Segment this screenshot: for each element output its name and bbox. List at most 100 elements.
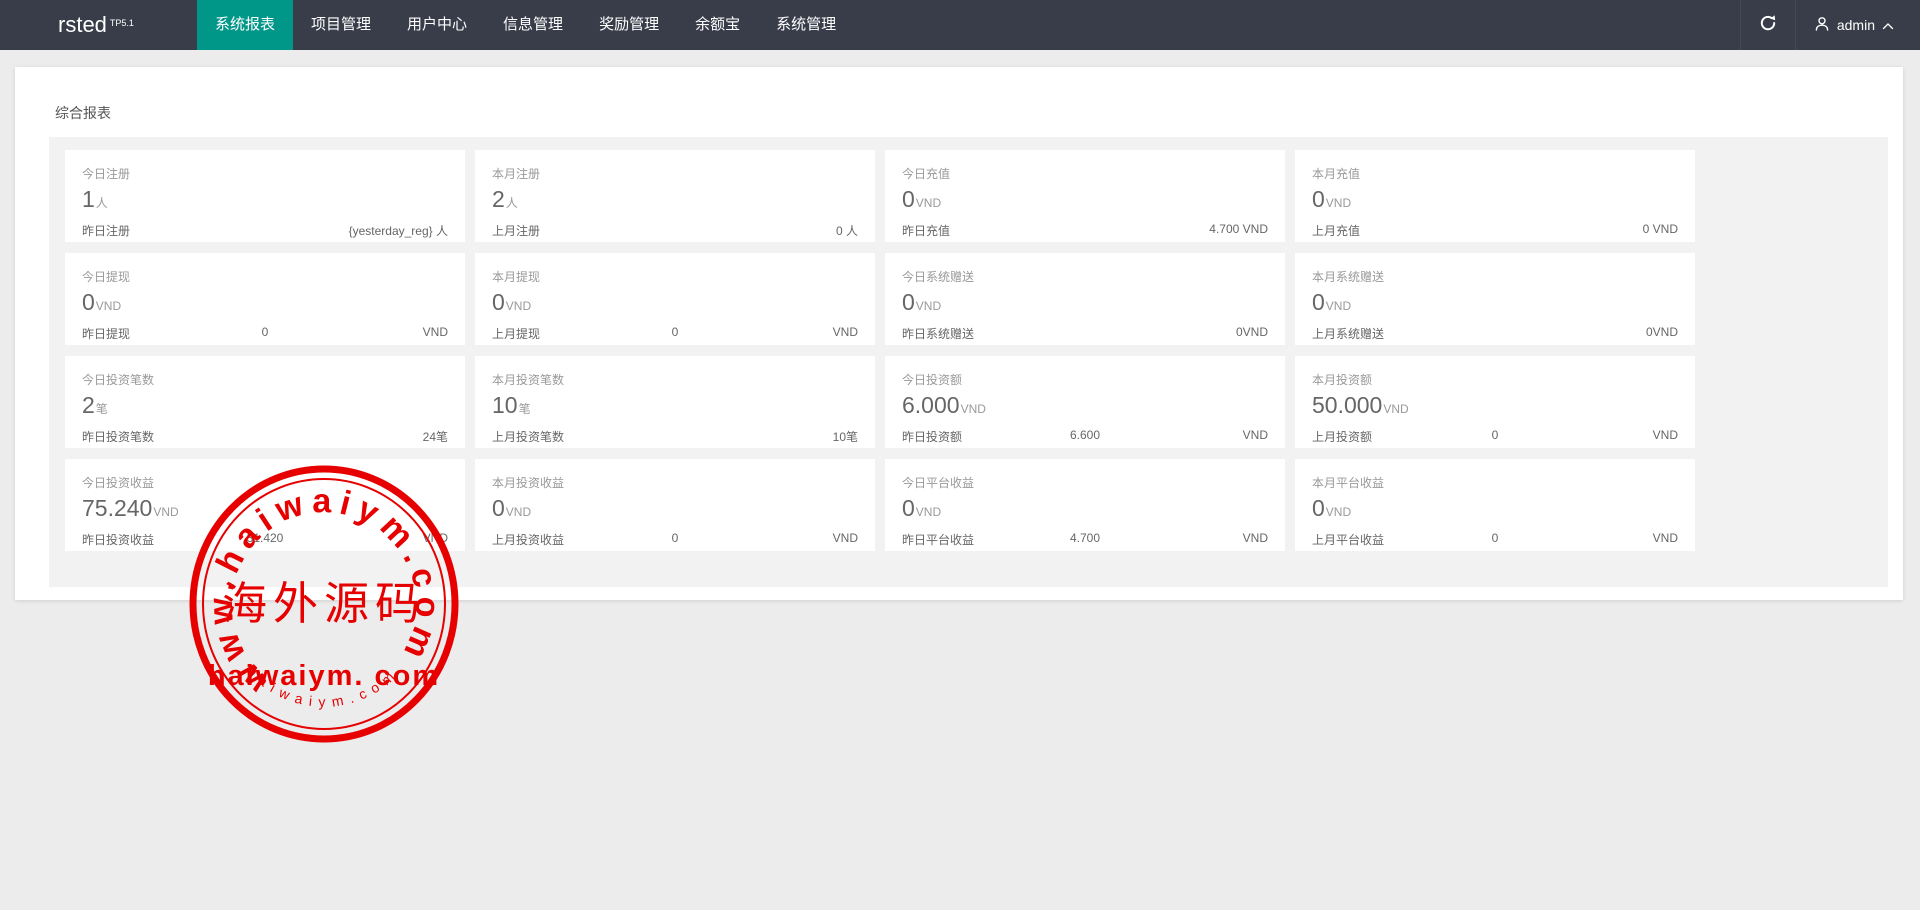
nav-item[interactable]: 项目管理 (293, 0, 389, 50)
stat-value-line: 2笔 (82, 392, 448, 422)
stat-sub-right-value: 4.700 VND (1146, 222, 1268, 239)
nav-item[interactable]: 系统管理 (758, 0, 854, 50)
stat-unit: VND (506, 505, 531, 519)
stat-footer: 上月注册 0 人 (492, 222, 858, 239)
stat-footer: 上月投资收益 0 VND (492, 531, 858, 548)
stat-label: 今日提现 (82, 268, 448, 285)
stat-label: 本月提现 (492, 268, 858, 285)
stat-value-line: 0VND (902, 495, 1268, 525)
stat-sub-label: 上月平台收益 (1312, 531, 1434, 548)
stat-card: 本月投资收益 0VND 上月投资收益 0 VND (475, 459, 875, 551)
stat-value-line: 0VND (82, 289, 448, 319)
stat-value-line: 75.240VND (82, 495, 448, 525)
stat-sub-right-value: 0 人 (736, 222, 858, 239)
stat-sub-label: 昨日平台收益 (902, 531, 1024, 548)
stat-sub-right-value: 0 VND (1556, 222, 1678, 239)
stat-unit: VND (1383, 402, 1408, 416)
stat-card: 今日充值 0VND 昨日充值 4.700 VND (885, 150, 1285, 242)
stat-sub-label: 昨日充值 (902, 222, 1024, 239)
refresh-button[interactable] (1740, 0, 1796, 50)
stat-value: 2 (82, 392, 95, 418)
stat-footer: 上月投资笔数 10笔 (492, 428, 858, 445)
chevron-up-icon (1882, 17, 1894, 33)
stat-value: 10 (492, 392, 518, 418)
stat-label: 本月系统赠送 (1312, 268, 1678, 285)
stat-footer: 上月提现 0 VND (492, 325, 858, 342)
stat-footer: 上月充值 0 VND (1312, 222, 1678, 239)
stat-card: 本月充值 0VND 上月充值 0 VND (1295, 150, 1695, 242)
stat-sub-mid-value (614, 222, 736, 239)
nav-item[interactable]: 信息管理 (485, 0, 581, 50)
stat-unit: VND (1326, 299, 1351, 313)
stat-unit: VND (916, 505, 941, 519)
stat-label: 今日投资收益 (82, 474, 448, 491)
stat-unit: VND (916, 299, 941, 313)
stat-value: 6.000 (902, 392, 960, 418)
stat-footer: 上月投资额 0 VND (1312, 428, 1678, 445)
stat-sub-right-value: VND (1556, 428, 1678, 445)
stat-footer: 昨日注册 {yesterday_reg} 人 (82, 222, 448, 239)
logo-version: TP5.1 (110, 10, 134, 36)
stat-sub-mid-value: 6.600 (1024, 428, 1146, 445)
stat-value: 0 (902, 495, 915, 521)
stat-card: 本月投资额 50.000VND 上月投资额 0 VND (1295, 356, 1695, 448)
stat-value: 1 (82, 186, 95, 212)
stat-card: 今日投资收益 75.240VND 昨日投资收益 31.420 VND (65, 459, 465, 551)
stat-value-line: 1人 (82, 186, 448, 216)
user-menu[interactable]: admin (1796, 0, 1920, 50)
stat-value: 0 (82, 289, 95, 315)
stat-value-line: 0VND (902, 186, 1268, 216)
page-title: 综合报表 (15, 67, 1903, 137)
stat-footer: 昨日系统赠送 0VND (902, 325, 1268, 342)
stat-unit: VND (1326, 505, 1351, 519)
stat-sub-mid-value (614, 428, 736, 445)
stat-sub-label: 昨日投资额 (902, 428, 1024, 445)
stat-footer: 上月平台收益 0 VND (1312, 531, 1678, 548)
stat-value: 2 (492, 186, 505, 212)
stat-card: 本月平台收益 0VND 上月平台收益 0 VND (1295, 459, 1695, 551)
stat-unit: VND (961, 402, 986, 416)
stat-sub-label: 上月系统赠送 (1312, 325, 1434, 342)
username: admin (1837, 17, 1875, 33)
stat-value-line: 6.000VND (902, 392, 1268, 422)
stamp-arc-bottom-text: haiwaiym.com (244, 663, 402, 710)
stat-sub-mid-value (1434, 325, 1556, 342)
stat-value-line: 50.000VND (1312, 392, 1678, 422)
cards-area: 今日注册 1人 昨日注册 {yesterday_reg} 人 本月注册 2人 上… (49, 137, 1888, 587)
stat-sub-right-value: VND (326, 325, 448, 342)
stat-label: 今日注册 (82, 165, 448, 182)
nav-item[interactable]: 系统报表 (197, 0, 293, 50)
stat-label: 本月投资笔数 (492, 371, 858, 388)
stat-sub-mid-value: 0 (1434, 531, 1556, 548)
stat-sub-mid-value (204, 222, 326, 239)
stat-card: 本月系统赠送 0VND 上月系统赠送 0VND (1295, 253, 1695, 345)
stat-value-line: 0VND (492, 289, 858, 319)
nav-item[interactable]: 奖励管理 (581, 0, 677, 50)
app-logo[interactable]: rstedTP5.1 (0, 0, 134, 50)
stat-card: 今日投资额 6.000VND 昨日投资额 6.600 VND (885, 356, 1285, 448)
stat-sub-mid-value: 4.700 (1024, 531, 1146, 548)
stat-sub-right-value: 10笔 (736, 428, 858, 445)
stat-sub-right-value: VND (736, 531, 858, 548)
stat-card: 本月提现 0VND 上月提现 0 VND (475, 253, 875, 345)
stat-unit: 笔 (96, 402, 108, 416)
stat-label: 今日系统赠送 (902, 268, 1268, 285)
stat-sub-right-value: 0VND (1556, 325, 1678, 342)
stat-unit: VND (916, 196, 941, 210)
stat-value-line: 0VND (1312, 289, 1678, 319)
stat-value: 0 (1312, 495, 1325, 521)
stat-card: 本月注册 2人 上月注册 0 人 (475, 150, 875, 242)
stat-value: 50.000 (1312, 392, 1382, 418)
stamp-main-text: haiwaiym. com (208, 660, 440, 692)
stat-label: 本月充值 (1312, 165, 1678, 182)
stat-label: 今日平台收益 (902, 474, 1268, 491)
stat-footer: 昨日平台收益 4.700 VND (902, 531, 1268, 548)
stat-unit: 人 (96, 196, 108, 210)
stat-sub-mid-value: 0 (614, 531, 736, 548)
stat-unit: VND (1326, 196, 1351, 210)
nav-item[interactable]: 余额宝 (677, 0, 758, 50)
stat-sub-label: 上月提现 (492, 325, 614, 342)
stat-card: 今日提现 0VND 昨日提现 0 VND (65, 253, 465, 345)
nav-item[interactable]: 用户中心 (389, 0, 485, 50)
stat-unit: 笔 (519, 402, 531, 416)
